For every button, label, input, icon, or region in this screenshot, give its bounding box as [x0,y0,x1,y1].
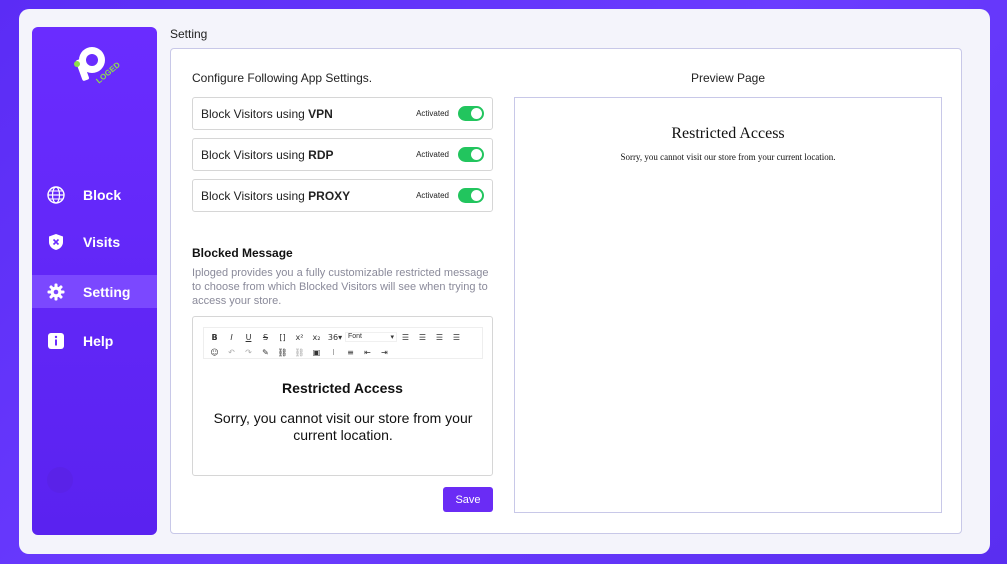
unlink-icon[interactable]: ⛓ [291,348,308,357]
breadcrumb: Setting [170,27,208,41]
setting-row-vpn: Block Visitors using VPN Activated [192,97,493,130]
globe-icon [46,185,66,205]
gear-icon [46,282,66,302]
sidebar-item-label: Visits [83,233,121,250]
strikethrough-icon[interactable]: S [257,333,274,342]
row-label-bold: VPN [308,106,333,121]
sidebar-item-setting[interactable]: Setting [32,275,157,308]
preview-message: Sorry, you cannot visit our store from y… [620,152,836,162]
setting-row-rdp: Block Visitors using RDP Activated [192,138,493,171]
app-logo: LOGED [74,47,120,85]
sidebar-item-visits[interactable]: Visits [32,225,157,258]
proxy-toggle[interactable] [458,188,484,203]
link-icon[interactable]: ⛓ [274,348,291,357]
align-left-icon[interactable]: ☰ [397,333,414,342]
underline-icon[interactable]: U [240,333,257,342]
emoji-icon[interactable]: ☺ [206,348,223,357]
row-label-prefix: Block Visitors using [201,147,309,162]
sidebar-item-block[interactable]: Block [32,178,157,211]
superscript-icon[interactable]: x² [291,333,308,342]
font-family-select[interactable]: Font ▾ [345,332,397,342]
setting-row-proxy: Block Visitors using PROXY Activated [192,179,493,212]
editor-heading[interactable]: Restricted Access [193,380,492,396]
numbered-list-icon[interactable]: ≡ [342,348,359,357]
undo-icon[interactable]: ↶ [223,348,240,357]
preview-frame: Restricted Access Sorry, you cannot visi… [514,97,942,513]
status-label: Activated [416,109,449,118]
blocked-message-description: Iploged provides you a fully customizabl… [192,267,489,307]
save-button[interactable]: Save [443,487,493,512]
align-justify-icon[interactable]: ☰ [448,333,465,342]
status-label: Activated [416,150,449,159]
row-label-bold: PROXY [308,188,351,203]
shield-x-icon [46,232,66,252]
bullet-list-icon[interactable]: ⁝ [325,348,342,357]
config-title: Configure Following App Settings. [192,71,373,85]
row-label-prefix: Block Visitors using [201,188,309,203]
decorative-circle [47,467,73,493]
sidebar-item-help[interactable]: Help [32,324,157,357]
sidebar-item-label: Block [83,186,122,203]
align-right-icon[interactable]: ☰ [431,333,448,342]
rdp-toggle[interactable] [458,147,484,162]
sidebar-item-label: Setting [83,283,131,300]
preview-title: Preview Page [690,71,766,85]
font-size-select[interactable]: 36▾ [325,333,345,342]
bold-icon[interactable]: B [206,333,223,342]
italic-icon[interactable]: I [223,333,240,342]
editor-toolbar: B I U S [] x² x₂ 36▾ Font ▾ ☰ ☰ ☰ ☰ ☺ ↶ ↷… [203,327,483,359]
code-icon[interactable]: [] [274,333,291,342]
row-label-bold: RDP [308,147,334,162]
align-center-icon[interactable]: ☰ [414,333,431,342]
sidebar-item-label: Help [83,332,114,349]
redo-icon[interactable]: ↷ [240,348,257,357]
status-label: Activated [416,191,449,200]
sidebar: LOGED Block Visits Setting Help [32,27,157,535]
indent-icon[interactable]: ⇥ [376,348,393,357]
preview-heading: Restricted Access [671,125,785,142]
rich-text-editor[interactable]: B I U S [] x² x₂ 36▾ Font ▾ ☰ ☰ ☰ ☰ ☺ ↶ ↷… [192,316,493,476]
info-icon [46,331,66,351]
color-picker-icon[interactable]: ✎ [257,348,274,357]
blocked-message-title: Blocked Message [192,246,293,260]
image-icon[interactable]: ▣ [308,348,325,357]
subscript-icon[interactable]: x₂ [308,333,325,342]
row-label-prefix: Block Visitors using [201,106,309,121]
outdent-icon[interactable]: ⇤ [359,348,376,357]
editor-message[interactable]: Sorry, you cannot visit our store from y… [213,410,473,444]
vpn-toggle[interactable] [458,106,484,121]
